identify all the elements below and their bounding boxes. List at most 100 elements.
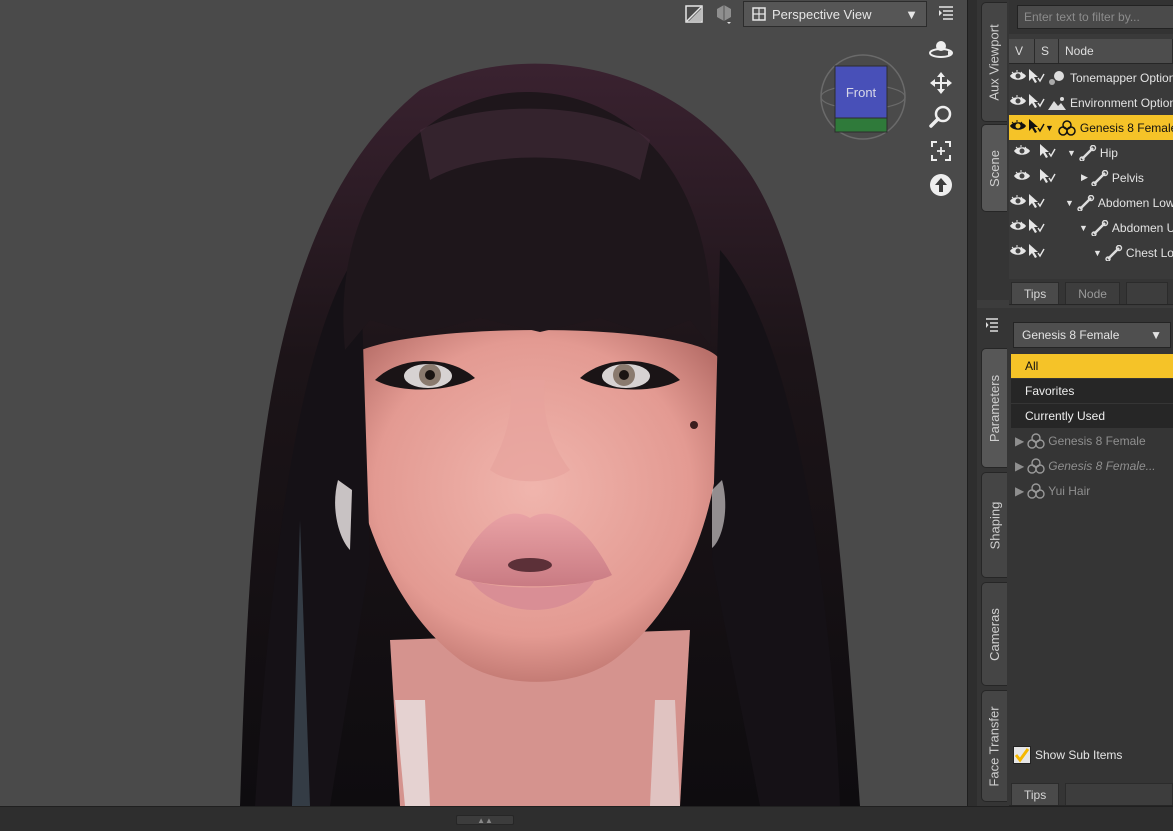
tab-aux-viewport[interactable]: Aux Viewport bbox=[981, 2, 1007, 122]
expand-arrow-icon[interactable]: ▼ bbox=[1065, 198, 1074, 208]
scene-row[interactable]: ▶ Pelvis bbox=[1009, 165, 1173, 190]
bone-icon bbox=[1079, 144, 1097, 161]
scene-node-label: Abdomen Lower bbox=[1097, 195, 1173, 210]
chevron-down-icon: ▼ bbox=[1150, 328, 1162, 342]
expand-arrow-icon: ▶ bbox=[1015, 484, 1025, 498]
param-tree-item[interactable]: ▶ Yui Hair bbox=[1011, 479, 1173, 503]
selectable-cursor-icon[interactable] bbox=[1027, 193, 1045, 212]
tab-tips[interactable]: Tips bbox=[1011, 783, 1060, 805]
tab-cameras[interactable]: Cameras bbox=[981, 582, 1007, 686]
scene-row[interactable]: Environment Options bbox=[1009, 90, 1173, 115]
lower-side-tabs: Parameters Shaping Cameras Face Transfer bbox=[977, 308, 1009, 806]
tab-shaping[interactable]: Shaping bbox=[981, 472, 1007, 578]
visibility-eye-icon[interactable] bbox=[1009, 220, 1027, 235]
tab-scene-label: Scene bbox=[987, 149, 1002, 187]
tab-scene[interactable]: Scene bbox=[981, 124, 1007, 212]
selectable-cursor-icon[interactable] bbox=[1027, 68, 1045, 87]
frame-icon[interactable] bbox=[927, 138, 955, 164]
environment-icon bbox=[1048, 96, 1066, 110]
scene-row[interactable]: ▼ Abdomen Lower bbox=[1009, 190, 1173, 215]
scene-tree: Tonemapper Options Environment Options ▼ Ge… bbox=[1009, 65, 1173, 265]
pane-splitter[interactable] bbox=[967, 0, 977, 806]
figure-icon bbox=[1027, 458, 1045, 474]
show-sub-items-checkbox[interactable] bbox=[1013, 746, 1031, 764]
expand-arrow-icon[interactable]: ▼ bbox=[1093, 248, 1102, 258]
column-visible[interactable]: V bbox=[1009, 39, 1035, 63]
scene-row[interactable]: ▼ Hip bbox=[1009, 140, 1173, 165]
scene-node[interactable]: ▼ Hip bbox=[1067, 144, 1118, 161]
bone-icon bbox=[1077, 194, 1095, 211]
tab-face-transfer[interactable]: Face Transfer bbox=[981, 690, 1007, 802]
scene-node[interactable]: ▼ Genesis 8 Female bbox=[1045, 119, 1173, 136]
tab-parameters-label: Parameters bbox=[987, 374, 1003, 442]
checkmark-icon bbox=[1014, 748, 1030, 763]
scene-row[interactable]: ▼ Abdomen Upper bbox=[1009, 215, 1173, 240]
filter-all[interactable]: All bbox=[1011, 354, 1173, 378]
zoom-icon[interactable] bbox=[927, 104, 955, 130]
scene-node[interactable]: ▼ Abdomen Lower bbox=[1065, 194, 1173, 211]
visibility-eye-icon[interactable] bbox=[1009, 120, 1027, 135]
orbit-icon[interactable] bbox=[927, 36, 955, 62]
tab-empty[interactable] bbox=[1065, 783, 1173, 805]
draw-style-icon[interactable] bbox=[683, 3, 705, 25]
filter-currently-used[interactable]: Currently Used bbox=[1011, 404, 1173, 428]
scene-node[interactable]: Environment Options bbox=[1047, 95, 1173, 111]
tab-empty[interactable] bbox=[1125, 282, 1168, 304]
visibility-eye-icon[interactable] bbox=[1009, 95, 1027, 110]
scene-node[interactable]: ▼ Abdomen Upper bbox=[1079, 219, 1173, 236]
tab-node[interactable]: Node bbox=[1065, 282, 1120, 304]
viewport-toolbar: Perspective View ▼ bbox=[683, 0, 957, 28]
selectable-cursor-icon[interactable] bbox=[1027, 243, 1045, 262]
view-selector-label: Perspective View bbox=[772, 6, 872, 22]
tab-tips[interactable]: Tips bbox=[1011, 282, 1060, 304]
selectable-cursor-icon[interactable] bbox=[1035, 168, 1059, 187]
visibility-eye-icon[interactable] bbox=[1009, 245, 1027, 260]
scene-row[interactable]: ▼ Chest Lower bbox=[1009, 240, 1173, 265]
column-selectable[interactable]: S bbox=[1035, 39, 1059, 63]
view-selector[interactable]: Perspective View ▼ bbox=[743, 1, 927, 27]
visibility-eye-icon[interactable] bbox=[1009, 195, 1027, 210]
selectable-cursor-icon[interactable] bbox=[1027, 93, 1045, 112]
scene-node-label: Genesis 8 Female bbox=[1079, 120, 1173, 135]
pan-icon[interactable] bbox=[927, 70, 955, 96]
visibility-eye-icon[interactable] bbox=[1009, 145, 1035, 160]
reset-view-icon[interactable] bbox=[927, 172, 955, 198]
selectable-cursor-icon[interactable] bbox=[1035, 143, 1059, 162]
parameters-node-select[interactable]: Genesis 8 Female ▼ bbox=[1013, 322, 1171, 348]
expand-arrow-icon[interactable]: ▼ bbox=[1067, 148, 1076, 158]
figure-icon bbox=[1027, 433, 1045, 449]
tab-parameters[interactable]: Parameters bbox=[981, 348, 1007, 468]
scene-table-header: V S Node bbox=[1009, 39, 1173, 64]
visibility-eye-icon[interactable] bbox=[1009, 70, 1027, 85]
scene-node[interactable]: ▶ Pelvis bbox=[1081, 169, 1144, 186]
viewport[interactable]: Perspective View ▼ Front bbox=[0, 0, 967, 806]
tab-cameras-label: Cameras bbox=[987, 607, 1002, 661]
scene-node[interactable]: Tonemapper Options bbox=[1047, 70, 1173, 86]
param-tree-label: Yui Hair bbox=[1048, 484, 1091, 498]
expand-arrow-icon[interactable]: ▶ bbox=[1081, 172, 1088, 183]
selectable-cursor-icon[interactable] bbox=[1027, 218, 1045, 237]
viewport-menu-icon[interactable] bbox=[935, 3, 957, 25]
column-node[interactable]: Node bbox=[1059, 39, 1173, 63]
scene-row[interactable]: ▼ Genesis 8 Female bbox=[1009, 115, 1173, 140]
visibility-eye-icon[interactable] bbox=[1009, 170, 1035, 185]
scene-pane: V S Node Tonemapper Options Environment O… bbox=[1009, 0, 1173, 306]
view-cube[interactable]: Front bbox=[815, 52, 911, 142]
tab-aux-viewport-label: Aux Viewport bbox=[987, 23, 1003, 101]
show-sub-items[interactable]: Show Sub Items bbox=[1013, 746, 1122, 764]
scene-node[interactable]: ▼ Chest Lower bbox=[1093, 244, 1173, 261]
param-tree-item[interactable]: ▶ Genesis 8 Female... bbox=[1011, 454, 1173, 478]
bone-icon bbox=[1091, 219, 1109, 236]
filter-favorites[interactable]: Favorites bbox=[1011, 379, 1173, 403]
expand-arrow-icon[interactable]: ▼ bbox=[1045, 123, 1054, 133]
scene-node-label: Abdomen Upper bbox=[1111, 220, 1173, 235]
scene-row[interactable]: Tonemapper Options bbox=[1009, 65, 1173, 90]
pane-menu-icon[interactable] bbox=[980, 314, 1004, 336]
expand-arrow-icon[interactable]: ▼ bbox=[1079, 223, 1088, 233]
selectable-cursor-icon[interactable] bbox=[1027, 118, 1045, 137]
scene-search-input[interactable] bbox=[1017, 5, 1173, 29]
timeline-grip-handle[interactable]: ▲▲ bbox=[456, 815, 514, 825]
param-tree-item[interactable]: ▶ Genesis 8 Female bbox=[1011, 429, 1173, 453]
shading-mode-icon[interactable] bbox=[713, 3, 735, 25]
scene-node-label: Tonemapper Options bbox=[1070, 70, 1173, 85]
